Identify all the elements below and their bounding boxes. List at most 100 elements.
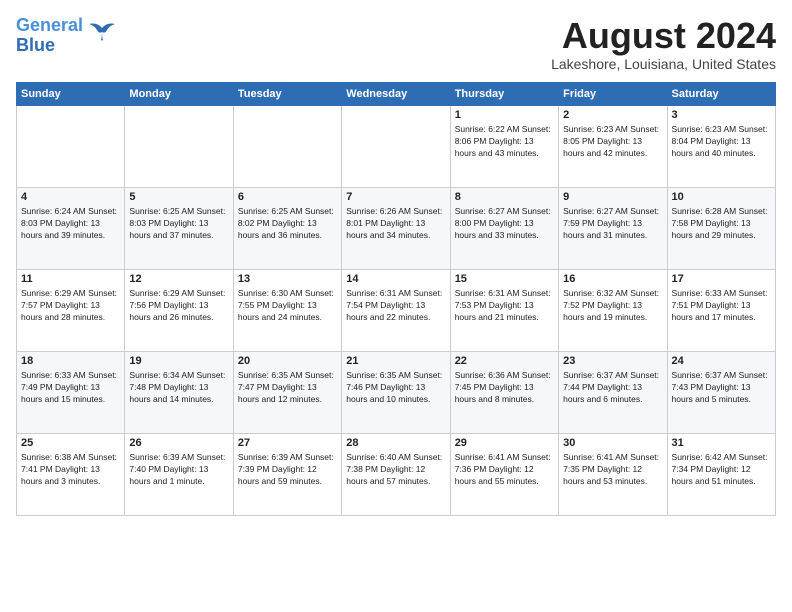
location-subtitle: Lakeshore, Louisiana, United States xyxy=(551,56,776,72)
calendar-cell: 10Sunrise: 6:28 AM Sunset: 7:58 PM Dayli… xyxy=(667,187,775,269)
day-info: Sunrise: 6:35 AM Sunset: 7:46 PM Dayligh… xyxy=(346,369,445,406)
calendar-cell: 12 Sunrise: 6:29 AM Sunset: 7:56 PM Dayli… xyxy=(125,269,233,351)
calendar-cell: 18 Sunrise: 6:33 AM Sunset: 7:49 PM Dayli… xyxy=(17,351,125,433)
day-info: Sunrise: 6:27 AM Sunset: 7:59 PM Dayligh… xyxy=(563,205,662,242)
day-info: Sunrise: 6:37 AM Sunset: 7:43 PM Dayligh… xyxy=(672,369,771,406)
day-number: 23 xyxy=(563,355,662,367)
day-number: 4 xyxy=(21,191,120,203)
day-number: 7 xyxy=(346,191,445,203)
day-number: 5 xyxy=(129,191,228,203)
col-wednesday: Wednesday xyxy=(342,82,450,105)
calendar-cell: 23 Sunrise: 6:37 AM Sunset: 7:44 PM Dayli… xyxy=(559,351,667,433)
logo: General Blue xyxy=(16,16,117,56)
calendar-cell: 9 Sunrise: 6:27 AM Sunset: 7:59 PM Daylig… xyxy=(559,187,667,269)
day-info: Sunrise: 6:25 AM Sunset: 8:02 PM Dayligh… xyxy=(238,205,337,242)
day-info: Sunrise: 6:25 AM Sunset: 8:03 PM Dayligh… xyxy=(129,205,228,242)
day-number: 8 xyxy=(455,191,554,203)
calendar-cell: 22 Sunrise: 6:36 AM Sunset: 7:45 PM Dayli… xyxy=(450,351,558,433)
calendar-week-row: 1 Sunrise: 6:22 AM Sunset: 8:06 PM Daylig… xyxy=(17,105,776,187)
col-sunday: Sunday xyxy=(17,82,125,105)
day-info: Sunrise: 6:32 AM Sunset: 7:52 PM Dayligh… xyxy=(563,287,662,324)
calendar-cell: 28 Sunrise: 6:40 AM Sunset: 7:38 PM Dayli… xyxy=(342,433,450,515)
calendar-cell: 19Sunrise: 6:34 AM Sunset: 7:48 PM Dayli… xyxy=(125,351,233,433)
day-info: Sunrise: 6:31 AM Sunset: 7:54 PM Dayligh… xyxy=(346,287,445,324)
calendar-cell: 25 Sunrise: 6:38 AM Sunset: 7:41 PM Dayli… xyxy=(17,433,125,515)
day-number: 28 xyxy=(346,437,445,449)
day-number: 14 xyxy=(346,273,445,285)
day-number: 17 xyxy=(672,273,771,285)
logo-general: General xyxy=(16,15,83,35)
day-number: 6 xyxy=(238,191,337,203)
calendar-week-row: 11Sunrise: 6:29 AM Sunset: 7:57 PM Dayli… xyxy=(17,269,776,351)
day-info: Sunrise: 6:42 AM Sunset: 7:34 PM Dayligh… xyxy=(672,451,771,488)
calendar-cell: 5 Sunrise: 6:25 AM Sunset: 8:03 PM Daylig… xyxy=(125,187,233,269)
col-tuesday: Tuesday xyxy=(233,82,341,105)
month-year-title: August 2024 xyxy=(551,16,776,56)
day-info: Sunrise: 6:26 AM Sunset: 8:01 PM Dayligh… xyxy=(346,205,445,242)
calendar-cell: 31Sunrise: 6:42 AM Sunset: 7:34 PM Dayli… xyxy=(667,433,775,515)
day-info: Sunrise: 6:39 AM Sunset: 7:40 PM Dayligh… xyxy=(129,451,228,488)
calendar-cell: 14 Sunrise: 6:31 AM Sunset: 7:54 PM Dayli… xyxy=(342,269,450,351)
day-info: Sunrise: 6:22 AM Sunset: 8:06 PM Dayligh… xyxy=(455,123,554,160)
logo-text: General Blue xyxy=(16,16,83,56)
calendar-cell: 24 Sunrise: 6:37 AM Sunset: 7:43 PM Dayli… xyxy=(667,351,775,433)
day-number: 10 xyxy=(672,191,771,203)
logo-blue: Blue xyxy=(16,35,55,55)
calendar-cell: 8 Sunrise: 6:27 AM Sunset: 8:00 PM Daylig… xyxy=(450,187,558,269)
calendar-cell: 20Sunrise: 6:35 AM Sunset: 7:47 PM Dayli… xyxy=(233,351,341,433)
day-info: Sunrise: 6:23 AM Sunset: 8:04 PM Dayligh… xyxy=(672,123,771,160)
day-info: Sunrise: 6:36 AM Sunset: 7:45 PM Dayligh… xyxy=(455,369,554,406)
title-section: August 2024 Lakeshore, Louisiana, United… xyxy=(551,16,776,72)
calendar-cell: 29 Sunrise: 6:41 AM Sunset: 7:36 PM Dayli… xyxy=(450,433,558,515)
calendar-cell: 1 Sunrise: 6:22 AM Sunset: 8:06 PM Daylig… xyxy=(450,105,558,187)
day-info: Sunrise: 6:29 AM Sunset: 7:56 PM Dayligh… xyxy=(129,287,228,324)
calendar-table: Sunday Monday Tuesday Wednesday Thursday… xyxy=(16,82,776,516)
logo-bird-icon xyxy=(87,20,117,42)
calendar-cell: 13 Sunrise: 6:30 AM Sunset: 7:55 PM Dayli… xyxy=(233,269,341,351)
calendar-cell: 27Sunrise: 6:39 AM Sunset: 7:39 PM Dayli… xyxy=(233,433,341,515)
calendar-cell: 4 Sunrise: 6:24 AM Sunset: 8:03 PM Daylig… xyxy=(17,187,125,269)
day-info: Sunrise: 6:40 AM Sunset: 7:38 PM Dayligh… xyxy=(346,451,445,488)
day-info: Sunrise: 6:34 AM Sunset: 7:48 PM Dayligh… xyxy=(129,369,228,406)
col-thursday: Thursday xyxy=(450,82,558,105)
col-friday: Friday xyxy=(559,82,667,105)
calendar-cell: 3Sunrise: 6:23 AM Sunset: 8:04 PM Daylig… xyxy=(667,105,775,187)
page-header: General Blue August 2024 Lakeshore, Loui… xyxy=(16,16,776,72)
calendar-cell: 6 Sunrise: 6:25 AM Sunset: 8:02 PM Daylig… xyxy=(233,187,341,269)
day-number: 24 xyxy=(672,355,771,367)
day-info: Sunrise: 6:24 AM Sunset: 8:03 PM Dayligh… xyxy=(21,205,120,242)
calendar-cell: 26 Sunrise: 6:39 AM Sunset: 7:40 PM Dayli… xyxy=(125,433,233,515)
day-number: 20 xyxy=(238,355,337,367)
day-info: Sunrise: 6:37 AM Sunset: 7:44 PM Dayligh… xyxy=(563,369,662,406)
day-info: Sunrise: 6:31 AM Sunset: 7:53 PM Dayligh… xyxy=(455,287,554,324)
day-number: 13 xyxy=(238,273,337,285)
day-number: 26 xyxy=(129,437,228,449)
day-info: Sunrise: 6:27 AM Sunset: 8:00 PM Dayligh… xyxy=(455,205,554,242)
col-monday: Monday xyxy=(125,82,233,105)
day-info: Sunrise: 6:30 AM Sunset: 7:55 PM Dayligh… xyxy=(238,287,337,324)
calendar-header-row: Sunday Monday Tuesday Wednesday Thursday… xyxy=(17,82,776,105)
day-number: 18 xyxy=(21,355,120,367)
day-number: 1 xyxy=(455,109,554,121)
day-info: Sunrise: 6:29 AM Sunset: 7:57 PM Dayligh… xyxy=(21,287,120,324)
day-number: 9 xyxy=(563,191,662,203)
day-number: 25 xyxy=(21,437,120,449)
calendar-cell: 2 Sunrise: 6:23 AM Sunset: 8:05 PM Daylig… xyxy=(559,105,667,187)
day-info: Sunrise: 6:38 AM Sunset: 7:41 PM Dayligh… xyxy=(21,451,120,488)
day-number: 27 xyxy=(238,437,337,449)
day-number: 12 xyxy=(129,273,228,285)
calendar-cell: 11Sunrise: 6:29 AM Sunset: 7:57 PM Dayli… xyxy=(17,269,125,351)
day-number: 2 xyxy=(563,109,662,121)
day-info: Sunrise: 6:23 AM Sunset: 8:05 PM Dayligh… xyxy=(563,123,662,160)
calendar-cell xyxy=(342,105,450,187)
calendar-cell xyxy=(125,105,233,187)
day-number: 29 xyxy=(455,437,554,449)
day-info: Sunrise: 6:33 AM Sunset: 7:51 PM Dayligh… xyxy=(672,287,771,324)
calendar-week-row: 4 Sunrise: 6:24 AM Sunset: 8:03 PM Daylig… xyxy=(17,187,776,269)
day-number: 22 xyxy=(455,355,554,367)
calendar-week-row: 18 Sunrise: 6:33 AM Sunset: 7:49 PM Dayli… xyxy=(17,351,776,433)
calendar-cell: 17 Sunrise: 6:33 AM Sunset: 7:51 PM Dayli… xyxy=(667,269,775,351)
day-info: Sunrise: 6:33 AM Sunset: 7:49 PM Dayligh… xyxy=(21,369,120,406)
day-number: 16 xyxy=(563,273,662,285)
day-info: Sunrise: 6:41 AM Sunset: 7:36 PM Dayligh… xyxy=(455,451,554,488)
